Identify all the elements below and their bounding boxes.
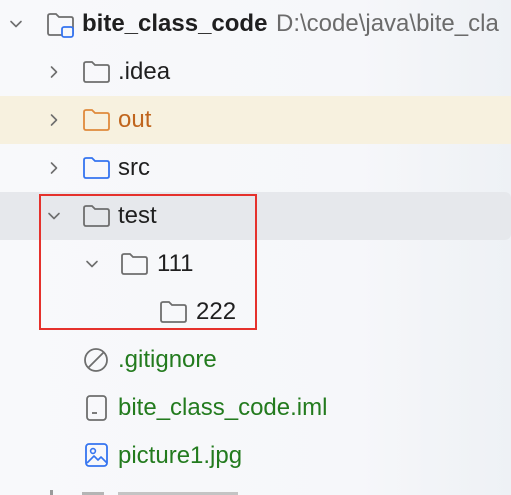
tree-item-label: picture1.jpg	[118, 442, 243, 469]
folder-icon	[159, 299, 187, 325]
image-file-icon	[84, 442, 112, 468]
excluded-folder-icon	[82, 107, 110, 133]
tree-row-111[interactable]: 111	[0, 240, 511, 288]
chevron-right-icon[interactable]	[44, 158, 64, 178]
chevron-right-icon[interactable]	[44, 62, 64, 82]
tree-item-label: bite_class_code.iml	[118, 394, 328, 421]
tree-row-gitignore[interactable]: .gitignore	[0, 336, 511, 384]
chevron-down-icon[interactable]	[44, 206, 64, 226]
tree-row-222[interactable]: 222	[0, 288, 511, 336]
root-project-path: D:\code\java\bite_cla	[276, 10, 499, 37]
cut-off-row	[40, 486, 260, 495]
ignore-file-icon	[82, 346, 110, 372]
chevron-right-icon[interactable]	[44, 110, 64, 130]
root-project-name: bite_class_code	[82, 10, 268, 37]
module-folder-icon	[46, 11, 74, 38]
iml-file-icon	[84, 394, 112, 421]
tree-row-idea[interactable]: .idea	[0, 48, 511, 96]
folder-icon	[82, 59, 110, 85]
tree-item-label: 111	[157, 250, 194, 277]
tree-item-label: .gitignore	[118, 346, 217, 373]
tree-row-picture[interactable]: picture1.jpg	[0, 432, 511, 480]
chevron-down-icon[interactable]	[82, 254, 102, 274]
tree-item-label: 222	[196, 298, 237, 325]
tree-item-label: src	[118, 154, 150, 181]
tree-item-label: out	[118, 106, 152, 133]
tree-item-label: .idea	[118, 58, 171, 85]
tree-item-label: test	[118, 202, 157, 229]
chevron-down-icon[interactable]	[6, 14, 26, 34]
tree-row-iml[interactable]: bite_class_code.iml	[0, 384, 511, 432]
tree-row-out[interactable]: out	[0, 96, 511, 144]
folder-icon	[120, 251, 148, 277]
tree-row-test[interactable]: test	[0, 192, 511, 240]
folder-icon	[82, 203, 110, 229]
project-tree: bite_class_code D:\code\java\bite_cla .i…	[0, 0, 511, 495]
tree-row-src[interactable]: src	[0, 144, 511, 192]
source-folder-icon	[82, 155, 110, 181]
tree-row-root[interactable]: bite_class_code D:\code\java\bite_cla	[0, 0, 511, 48]
